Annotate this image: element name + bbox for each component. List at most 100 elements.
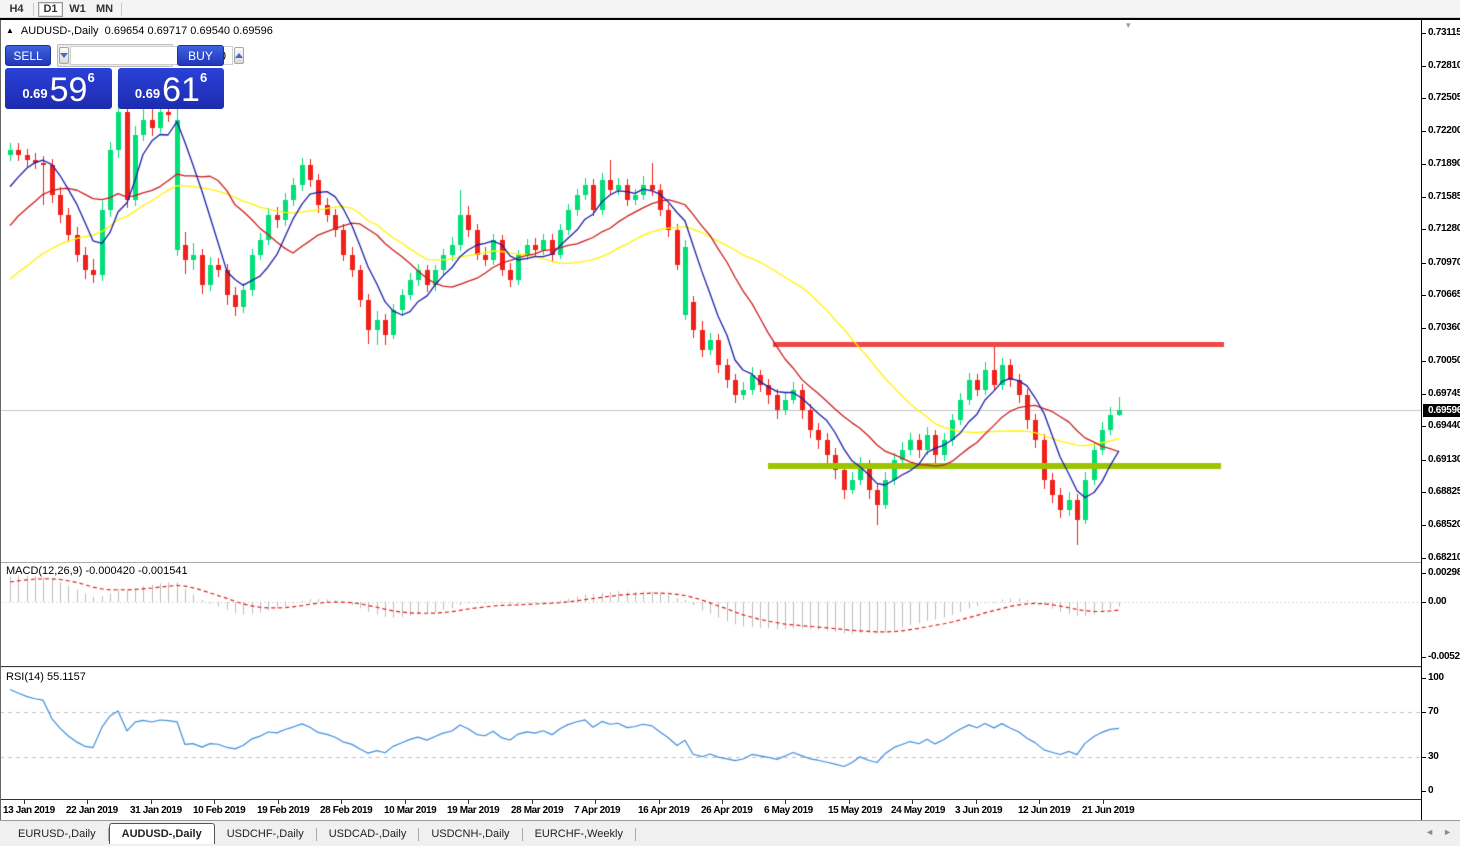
axis-tick <box>1422 558 1426 559</box>
time-tick <box>87 800 88 804</box>
tab-divider <box>635 828 636 841</box>
tab-eurusd[interactable]: EURUSD-,Daily <box>6 825 108 844</box>
time-tick <box>722 800 723 804</box>
chart-title: AUDUSD-,Daily 0.69654 0.69717 0.69540 0.… <box>21 25 273 37</box>
sell-price-big-digits: 59 <box>50 74 88 106</box>
date-label: 19 Mar 2019 <box>447 805 499 816</box>
axis-tick <box>1422 328 1426 329</box>
tab-scroll-left-icon[interactable]: ◄ <box>1425 827 1434 837</box>
chart-window: ▲ AUDUSD-,Daily 0.69654 0.69717 0.69540 … <box>0 20 1460 820</box>
volume-increase-button[interactable] <box>234 47 244 64</box>
axis-tick <box>1422 229 1426 230</box>
macd-axis-label: -0.005256 <box>1428 651 1460 662</box>
axis-tick <box>1422 394 1426 395</box>
timeframe-button-d1[interactable]: D1 <box>38 2 63 17</box>
toolbar-divider <box>33 3 34 16</box>
date-label: 31 Jan 2019 <box>130 805 182 816</box>
price-tick-label: 0.72810 <box>1428 60 1460 71</box>
sell-price-pip: 6 <box>87 70 94 85</box>
axis-tick <box>1422 525 1426 526</box>
axis-tick <box>1422 426 1426 427</box>
buy-price-quote[interactable]: 0.69 61 6 <box>118 68 224 109</box>
price-tick-label: 0.69745 <box>1428 388 1460 399</box>
panel-collapse-caret-icon[interactable]: ▾ <box>1126 20 1131 31</box>
panel-separator[interactable] <box>0 666 1421 668</box>
axis-tick <box>1422 295 1426 296</box>
rsi-indicator-label: RSI(14) 55.1157 <box>6 671 86 683</box>
time-tick <box>1039 800 1040 804</box>
date-label: 21 Jun 2019 <box>1082 805 1134 816</box>
timeframe-toolbar: H4 D1W1MN <box>0 0 1460 18</box>
date-label: 16 Apr 2019 <box>638 805 689 816</box>
price-tick-label: 0.73115 <box>1428 27 1460 38</box>
tab-usdchf[interactable]: USDCHF-,Daily <box>215 825 316 844</box>
price-tick-label: 0.72505 <box>1428 92 1460 103</box>
price-tick-label: 0.70970 <box>1428 257 1460 268</box>
rsi-axis-label: 0 <box>1428 785 1433 796</box>
time-tick <box>595 800 596 804</box>
axis-tick <box>1422 460 1426 461</box>
date-label: 22 Jan 2019 <box>66 805 118 816</box>
date-label: 13 Jan 2019 <box>3 805 55 816</box>
axis-tick <box>1422 791 1426 792</box>
buy-button[interactable]: BUY <box>177 45 224 66</box>
price-axis[interactable]: 0.731150.728100.725050.722000.718900.715… <box>1421 20 1460 820</box>
axis-tick <box>1422 361 1426 362</box>
time-tick <box>849 800 850 804</box>
sell-button[interactable]: SELL <box>5 45 51 66</box>
time-axis[interactable]: 13 Jan 2019 22 Jan 2019 31 Jan 2019 10 Feb … <box>0 800 1421 820</box>
one-click-trading-panel: SELL BUY 0.69 59 6 0.69 61 6 <box>5 44 225 129</box>
current-price-badge: 0.69596 <box>1423 404 1460 417</box>
panel-separator[interactable] <box>0 562 1421 563</box>
date-label: 10 Feb 2019 <box>193 805 245 816</box>
tab-eurchf[interactable]: EURCHF-,Weekly <box>523 825 635 844</box>
rsi-axis-label: 70 <box>1428 706 1439 717</box>
macd-indicator-label: MACD(12,26,9) -0.000420 -0.001541 <box>6 565 188 577</box>
timeframe-button-h4[interactable]: H4 <box>4 2 29 17</box>
chart-tab-bar: EURUSD-,DailyAUDUSD-,DailyUSDCHF-,DailyU… <box>0 820 1460 846</box>
date-label: 10 Mar 2019 <box>384 805 436 816</box>
axis-tick <box>1422 573 1426 574</box>
price-tick-label: 0.71585 <box>1428 191 1460 202</box>
rsi-axis-label: 100 <box>1428 672 1444 683</box>
timeframe-button-mn[interactable]: MN <box>92 2 117 17</box>
volume-decrease-button[interactable] <box>59 47 69 64</box>
time-tick <box>532 800 533 804</box>
date-label: 28 Feb 2019 <box>320 805 372 816</box>
axis-tick <box>1422 492 1426 493</box>
price-tick-label: 0.69440 <box>1428 420 1460 431</box>
time-tick <box>659 800 660 804</box>
axis-tick <box>1422 263 1426 264</box>
chart-collapse-icon[interactable]: ▲ <box>6 26 14 36</box>
axis-tick <box>1422 131 1426 132</box>
sell-price-quote[interactable]: 0.69 59 6 <box>5 68 112 109</box>
date-label: 26 Apr 2019 <box>701 805 752 816</box>
time-tick <box>151 800 152 804</box>
date-label: 6 May 2019 <box>764 805 813 816</box>
date-label: 7 Apr 2019 <box>574 805 620 816</box>
time-tick <box>785 800 786 804</box>
buy-price-pip: 6 <box>200 70 207 85</box>
date-label: 19 Feb 2019 <box>257 805 309 816</box>
date-label: 15 May 2019 <box>828 805 882 816</box>
axis-tick <box>1422 712 1426 713</box>
sell-price-prefix: 0.69 <box>22 86 47 101</box>
toolbar-divider <box>121 3 122 16</box>
tab-audusd[interactable]: AUDUSD-,Daily <box>109 823 215 844</box>
tab-usdcnh[interactable]: USDCNH-,Daily <box>419 825 521 844</box>
chart-tabs: EURUSD-,DailyAUDUSD-,DailyUSDCHF-,DailyU… <box>6 823 636 844</box>
axis-tick <box>1422 66 1426 67</box>
timeframe-button-w1[interactable]: W1 <box>65 2 90 17</box>
price-tick-label: 0.69130 <box>1428 454 1460 465</box>
time-tick <box>214 800 215 804</box>
mt4-terminal: H4 D1W1MN ▲ AUDUSD-,Daily 0.69654 0.69717… <box>0 0 1460 846</box>
macd-axis-label: 0.002984 <box>1428 567 1460 578</box>
price-tick-label: 0.70050 <box>1428 355 1460 366</box>
tab-usdcad[interactable]: USDCAD-,Daily <box>317 825 419 844</box>
rsi-panel-canvas[interactable] <box>0 669 1421 799</box>
date-label: 24 May 2019 <box>891 805 945 816</box>
volume-stepper <box>57 44 173 67</box>
triangle-up-icon <box>235 53 243 58</box>
tab-scroll-right-icon[interactable]: ► <box>1443 827 1452 837</box>
macd-panel-canvas[interactable] <box>0 563 1421 666</box>
